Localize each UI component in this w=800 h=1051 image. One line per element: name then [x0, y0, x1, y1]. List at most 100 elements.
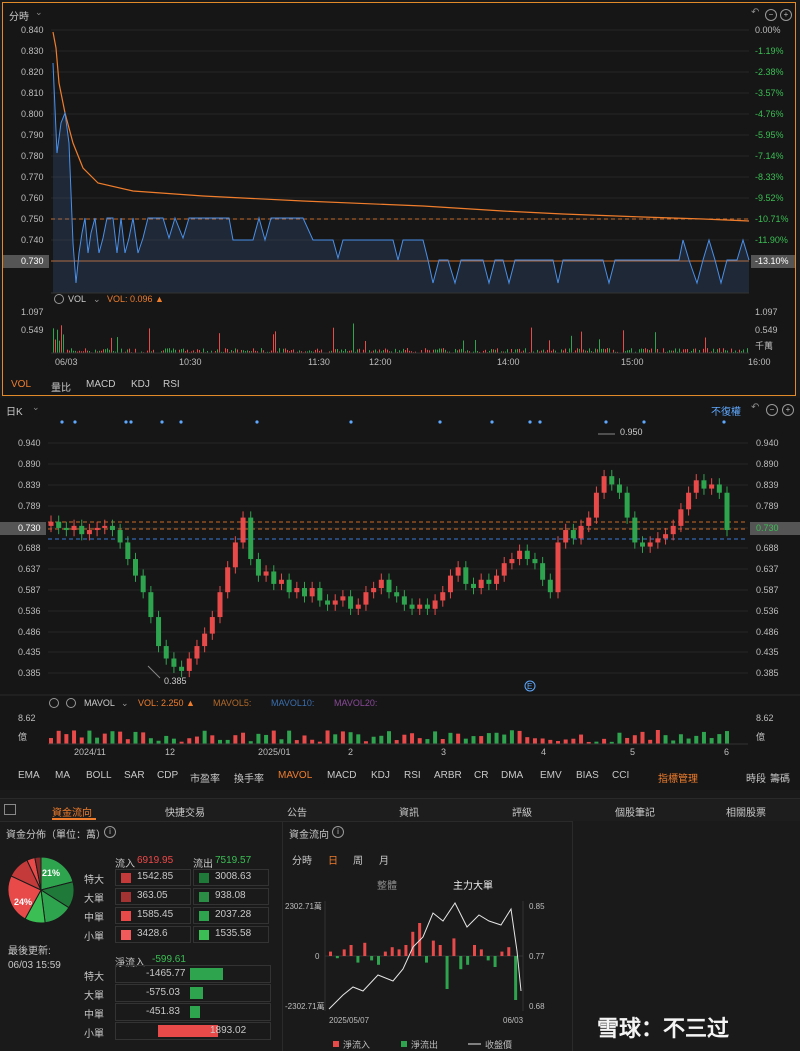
vol-bar: [655, 332, 656, 353]
indicator-manage-button[interactable]: 指標管理: [658, 770, 698, 785]
candle-body: [447, 575, 453, 593]
tab-vol[interactable]: VOL: [11, 379, 31, 390]
flow-bar: [363, 942, 367, 956]
vol-bar: [648, 739, 653, 744]
tab-rsi[interactable]: RSI: [404, 770, 421, 781]
vol-bar: [435, 349, 436, 353]
panel-toggle-icon[interactable]: [4, 804, 16, 815]
period-tool[interactable]: 時段: [746, 770, 766, 785]
vol-bar: [325, 730, 330, 744]
tab-news[interactable]: 資訊: [399, 804, 419, 819]
inflow-total: 6919.95: [137, 855, 174, 866]
vol-bar: [95, 737, 100, 744]
vol-bar: [609, 348, 610, 353]
tab-rsi[interactable]: RSI: [163, 379, 180, 390]
vol-bar: [439, 348, 440, 353]
vol-bar: [385, 348, 386, 353]
tab-ema[interactable]: EMA: [18, 770, 40, 781]
date-tick: 2: [348, 747, 353, 757]
candle-body: [663, 534, 669, 539]
intraday-chart[interactable]: 0.840 0.00% 0.830 -1.19% 0.820 -2.38% 0.810 -3.…: [3, 3, 797, 397]
tab-related-stocks[interactable]: 相關股票: [726, 804, 766, 819]
tab-pe[interactable]: 市盈率: [190, 770, 220, 785]
date-tick: 5: [630, 747, 635, 757]
tab-stock-notes[interactable]: 個股筆記: [615, 804, 655, 819]
subtab-overall[interactable]: 整體: [377, 877, 397, 892]
vol-bar: [164, 735, 169, 744]
vol-bar: [219, 333, 220, 353]
vol-bar: [273, 334, 274, 353]
info-icon[interactable]: i: [104, 826, 116, 838]
vol-bar: [565, 348, 566, 353]
fund-flow-title: 資金流向: [289, 830, 329, 841]
vol-bar: [685, 349, 686, 353]
tab-cci[interactable]: CCI: [612, 770, 629, 781]
daily-chart[interactable]: 0.940 0.940 0.890 0.890 0.839 0.839 0.789 0.789…: [0, 398, 800, 790]
tab-boll[interactable]: BOLL: [86, 770, 112, 781]
period-intraday[interactable]: 分時: [292, 852, 312, 867]
tab-rating[interactable]: 評級: [512, 804, 532, 819]
candle-body: [586, 517, 592, 526]
vol-tick: 8.62: [18, 713, 36, 723]
tab-kdj[interactable]: KDJ: [131, 379, 150, 390]
tab-quick-trade[interactable]: 快捷交易: [165, 804, 205, 819]
tab-cdp[interactable]: CDP: [157, 770, 178, 781]
price-tick: 0.637: [18, 564, 41, 574]
tab-turnover[interactable]: 換手率: [234, 770, 264, 785]
vol-bar: [607, 348, 608, 353]
candle-body: [570, 530, 576, 539]
tab-ma[interactable]: MA: [55, 770, 70, 781]
candle-body: [640, 542, 645, 547]
tab-bias[interactable]: BIAS: [576, 770, 599, 781]
price-tick: 0.385: [18, 668, 41, 678]
tab-cr[interactable]: CR: [474, 770, 488, 781]
vol-bar: [241, 732, 246, 744]
vol-bar: [641, 348, 642, 353]
price-tick: 0.587: [18, 585, 41, 595]
date-tick: 6: [724, 747, 729, 757]
tab-dma[interactable]: DMA: [501, 770, 523, 781]
tab-kdj[interactable]: KDJ: [371, 770, 390, 781]
tab-announcements[interactable]: 公告: [287, 804, 307, 819]
candle-body: [593, 492, 599, 518]
vol-bar: [333, 327, 334, 353]
price-tick: 0.940: [18, 438, 41, 448]
period-day[interactable]: 日: [328, 852, 338, 867]
subtab-main[interactable]: 主力大單: [453, 877, 493, 892]
tab-macd[interactable]: MACD: [86, 379, 115, 390]
vol-bar: [197, 349, 198, 353]
tab-emv[interactable]: EMV: [540, 770, 562, 781]
vol-bar: [127, 349, 128, 353]
legend-swatch: [121, 930, 131, 940]
period-week[interactable]: 周: [353, 852, 363, 867]
info-icon[interactable]: i: [332, 826, 344, 838]
price-tick: 0.840: [21, 25, 44, 35]
vol-bar: [110, 731, 115, 744]
vol-bar: [169, 348, 170, 353]
vol-bar: [671, 740, 676, 744]
tab-volume-ratio[interactable]: 量比: [51, 379, 71, 394]
vol-bar: [341, 349, 342, 353]
vol-bar: [675, 348, 676, 353]
period-month[interactable]: 月: [379, 852, 389, 867]
flow-bar: [479, 949, 483, 956]
vol-bar: [59, 340, 60, 353]
tab-fund-flow[interactable]: 資金流向: [52, 804, 92, 819]
vol-bar: [657, 348, 658, 353]
vol-bar: [747, 348, 748, 353]
tab-sar[interactable]: SAR: [124, 770, 145, 781]
candle-body: [471, 583, 476, 589]
vol-bar: [125, 739, 130, 744]
vol-bar: [579, 734, 584, 744]
vol-bar: [507, 349, 508, 353]
tab-arbr[interactable]: ARBR: [434, 770, 462, 781]
vol-bar: [471, 736, 476, 744]
candle-body: [463, 567, 469, 584]
vol-bar: [353, 323, 354, 353]
vol-bar: [410, 733, 415, 744]
chips-tool[interactable]: 籌碼: [770, 770, 790, 785]
mavol5-label: MAVOL5:: [213, 698, 251, 708]
tab-mavol[interactable]: MAVOL: [278, 770, 312, 781]
flow-bar: [493, 956, 497, 967]
tab-macd[interactable]: MACD: [327, 770, 356, 781]
